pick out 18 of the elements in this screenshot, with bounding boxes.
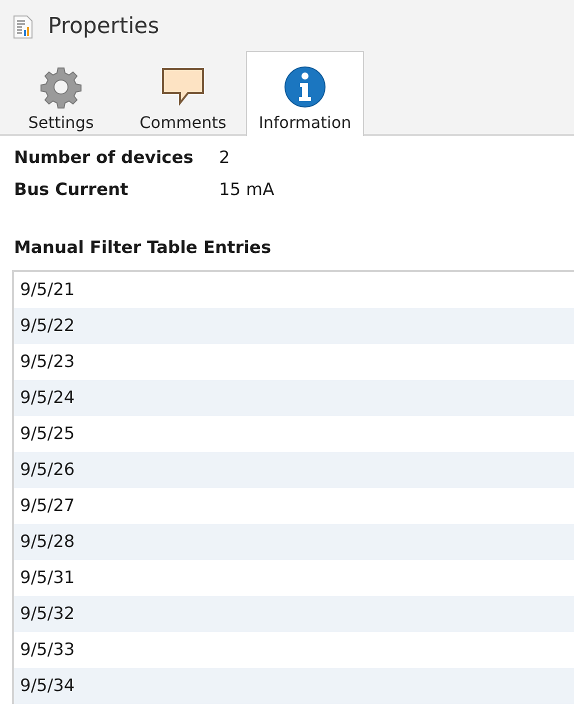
property-label: Number of devices	[14, 148, 194, 168]
tab[interactable]: Settings	[2, 51, 120, 134]
panel-title: Properties	[48, 14, 160, 40]
tab[interactable]: Information	[246, 51, 364, 136]
gear-icon	[39, 65, 83, 109]
table-row[interactable]: 9/5/34	[14, 668, 574, 704]
tab[interactable]: Comments	[124, 51, 242, 134]
table-row[interactable]: 9/5/28	[14, 524, 574, 560]
info-icon	[283, 65, 327, 109]
table-row[interactable]: 9/5/22	[14, 308, 574, 344]
table-row[interactable]: 9/5/32	[14, 596, 574, 632]
property-value: 2	[219, 148, 231, 168]
property-label: Bus Current	[14, 180, 130, 200]
table-row[interactable]: 9/5/24	[14, 380, 574, 416]
section-title: Manual Filter Table Entries	[13, 237, 272, 258]
table-row[interactable]: 9/5/26	[14, 452, 574, 488]
property-value: 15 mA	[219, 180, 276, 200]
document-chart-icon	[12, 14, 34, 39]
